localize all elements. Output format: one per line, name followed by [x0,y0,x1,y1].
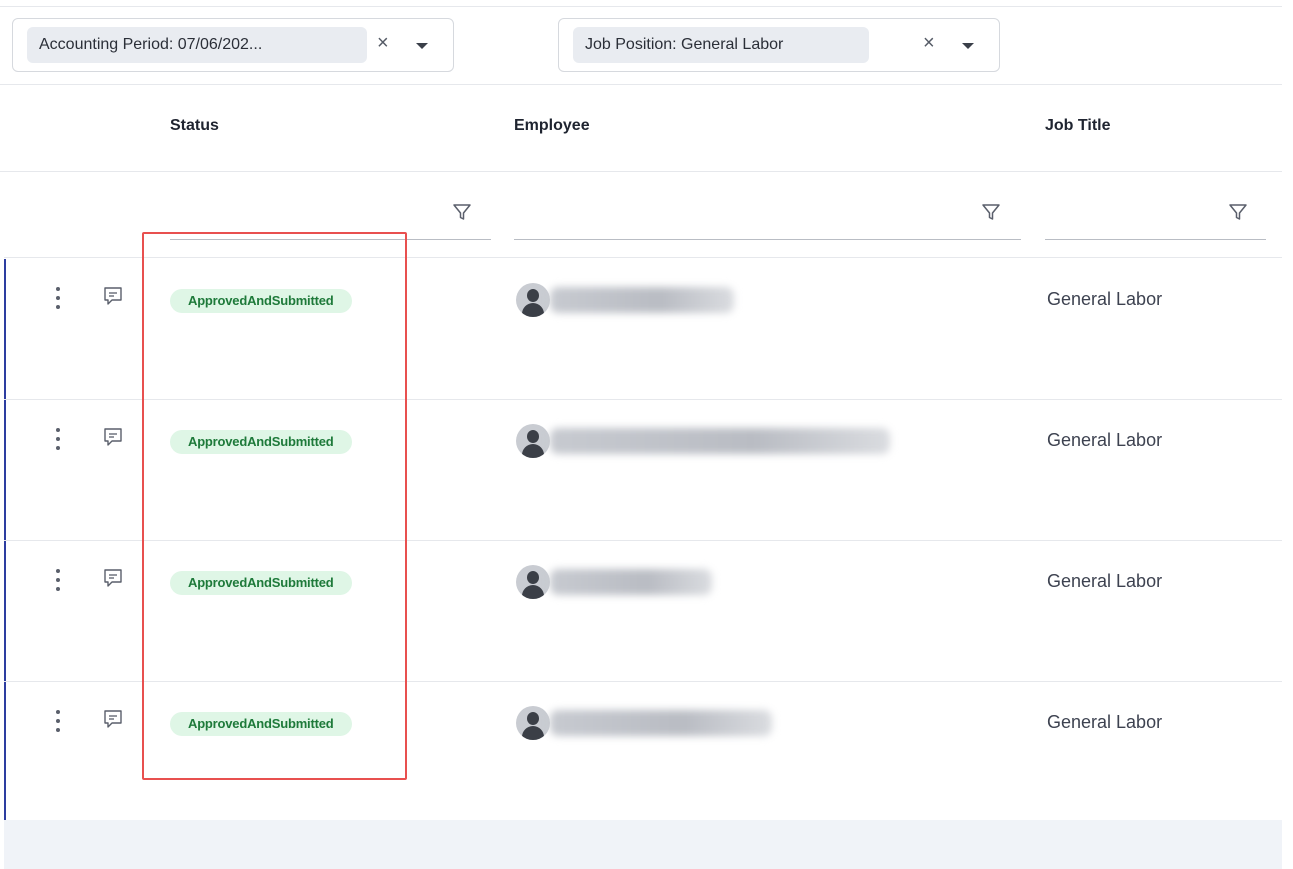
row-divider [4,257,1282,258]
job-title-cell: General Labor [1047,712,1163,732]
top-divider [0,6,1282,7]
employee-name-redacted[interactable] [550,569,712,595]
header-top-divider [0,84,1282,85]
job-position-filter[interactable]: Job Position: General Labor × [558,18,1000,72]
employee-avatar-person-icon [516,283,550,317]
table-row[interactable]: ApprovedAndSubmitted General Labor [4,400,1282,540]
row-menu-kebab-icon[interactable] [54,569,62,595]
job-title-cell: General Labor [1047,571,1163,591]
row-comment-icon[interactable] [102,285,124,307]
column-header-job-title[interactable]: Job Title [1045,117,1111,135]
employee-name-redacted[interactable] [550,428,890,454]
header-bottom-divider [0,171,1282,172]
column-header-status[interactable]: Status [170,117,219,135]
job-title-filter-funnel-icon[interactable] [1228,202,1248,222]
job-position-chip: Job Position: General Labor [573,27,869,63]
job-title-filter-cell[interactable] [1045,198,1266,240]
column-header-employee[interactable]: Employee [514,117,590,135]
status-badge: ApprovedAndSubmitted [170,430,352,454]
status-filter-funnel-icon[interactable] [452,202,472,222]
employee-avatar-person-icon [516,565,550,599]
job-position-dropdown-icon[interactable] [962,43,974,49]
accounting-period-dropdown-icon[interactable] [416,43,428,49]
row-comment-icon[interactable] [102,567,124,589]
accounting-period-chip: Accounting Period: 07/06/202... [27,27,367,63]
employee-avatar-person-icon [516,706,550,740]
table-row[interactable]: ApprovedAndSubmitted General Labor [4,541,1282,681]
status-badge: ApprovedAndSubmitted [170,289,352,313]
employee-name-redacted[interactable] [550,710,772,736]
status-filter-cell[interactable] [170,198,491,240]
table-footer [4,820,1282,869]
row-menu-kebab-icon[interactable] [54,428,62,454]
status-badge: ApprovedAndSubmitted [170,571,352,595]
job-position-clear-icon[interactable]: × [923,31,935,55]
job-title-cell: General Labor [1047,289,1163,309]
status-badge: ApprovedAndSubmitted [170,712,352,736]
table-row[interactable]: ApprovedAndSubmitted General Labor [4,259,1282,399]
row-menu-kebab-icon[interactable] [54,710,62,736]
row-comment-icon[interactable] [102,426,124,448]
table-row[interactable]: ApprovedAndSubmitted General Labor [4,682,1282,822]
employee-filter-cell[interactable] [514,198,1021,240]
job-title-cell: General Labor [1047,430,1163,450]
employee-avatar-person-icon [516,424,550,458]
employee-filter-funnel-icon[interactable] [981,202,1001,222]
accounting-period-clear-icon[interactable]: × [377,31,389,55]
row-menu-kebab-icon[interactable] [54,287,62,313]
row-comment-icon[interactable] [102,708,124,730]
accounting-period-filter[interactable]: Accounting Period: 07/06/202... × [12,18,454,72]
employee-name-redacted[interactable] [550,287,734,313]
